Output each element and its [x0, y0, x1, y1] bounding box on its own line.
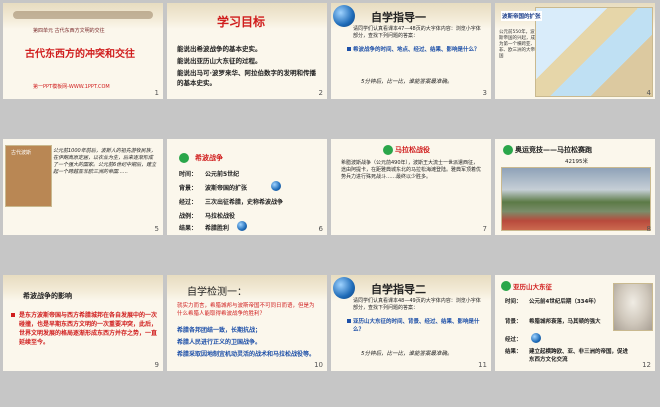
row-value: 公元前4世纪后期（334年） — [529, 299, 600, 305]
slide-number: 8 — [646, 225, 651, 233]
goal-item: 能说出亚历山大东征的过程。 — [177, 57, 262, 65]
slide-heading: 马拉松战役 — [395, 146, 430, 154]
question-text: 亚历山大东征的时间、背景、经过、结果、影响是什么？ — [353, 319, 480, 333]
unit-label: 第四单元 古代东西方文明的交往 — [33, 28, 105, 34]
slide-number: 4 — [646, 89, 651, 97]
marathon-photo — [501, 167, 651, 231]
note-text: 5分钟后，比一比，谁能答案最准确。 — [361, 351, 453, 357]
slide-thumbnail-2[interactable]: 学习目标 能说出希波战争的基本史实。 能说出亚历山大东征的过程。 能说出马可·波… — [167, 3, 327, 99]
slide-thumbnail-4[interactable]: 波斯帝国的扩张 公元前550年，波斯帝国的兴起，成为第一个横跨亚、非、欧三洲的大… — [495, 3, 655, 99]
ink-stroke — [13, 11, 153, 19]
history-text: 公元前1000年前后，波斯人的祖先游牧民族，在伊朗高原定居，以农业为生，后来逐渐… — [53, 148, 157, 175]
battle-text: 希腊波斯战争（公元前490年），波斯王大流士一世派遣西征，途由阿提卡，在距雅典城… — [341, 160, 482, 180]
map-text: 公元前550年，波斯帝国的兴起，成为第一个横跨亚、非、欧三洲的大帝国 — [499, 30, 535, 59]
green-dot-icon — [503, 145, 513, 155]
slide-number: 1 — [154, 89, 159, 97]
intro-text: 请同学们认真看课本47—48页的大字体内容：浏览小字体部分，查找下列问题的答案： — [353, 26, 481, 39]
slide-heading: 奥运竞技——马拉松赛跑 — [515, 146, 592, 154]
answer-1: 希腊各邦团结一致，长期抗战； — [177, 327, 262, 334]
slide-number: 2 — [318, 89, 323, 97]
slide-heading: 希波战争 — [195, 154, 223, 162]
slide-number: 5 — [154, 225, 159, 233]
answer-2: 希腊人民进行正义的卫国战争。 — [177, 339, 262, 346]
answer-3: 希腊采取因地制宜机动灵活的战术和马拉松战役等。 — [177, 351, 316, 358]
slide-thumbnail-1[interactable]: 第四单元 古代东西方文明的交往 古代东西方的冲突和交往 第一PPT模板网-WWW… — [3, 3, 163, 99]
slide-title: 古代东西方的冲突和交往 — [25, 49, 135, 60]
question-text: 希波战争的时间、地点、经过、结果、影响是什么？ — [353, 47, 480, 53]
slide-thumbnail-7[interactable]: 马拉松战役 希腊波斯战争（公元前490年），波斯王大流士一世派遣西征，途由阿提卡… — [331, 139, 491, 235]
slide-thumbnail-5[interactable]: 古代波斯 公元前1000年前后，波斯人的祖先游牧民族，在伊朗高原定居，以农业为生… — [3, 139, 163, 235]
globe-icon — [271, 181, 281, 191]
globe-icon — [237, 221, 247, 231]
slide-number: 7 — [482, 225, 487, 233]
goal-item: 能说出希波战争的基本史实。 — [177, 45, 262, 53]
map-image — [535, 7, 653, 97]
row-value: 马拉松战役 — [205, 213, 236, 220]
slide-thumbnail-8[interactable]: 奥运竞技——马拉松赛跑 42195米 8 — [495, 139, 655, 235]
goal-item: 能说出马可·波罗来华、阿拉伯数字的发明和传播的基本史实。 — [177, 69, 316, 87]
slide-number: 3 — [482, 89, 487, 97]
row-key: 背景： — [505, 319, 522, 325]
image-label: 古代波斯 — [11, 150, 32, 156]
slide-number: 12 — [642, 361, 651, 369]
green-dot-icon — [179, 153, 189, 163]
bullet-icon — [347, 47, 351, 51]
bullet-icon — [11, 313, 15, 317]
slide-number: 10 — [314, 361, 323, 369]
slide-thumbnail-11[interactable]: 自学指导二 请同学们认真看课本48—49页的大字体内容：浏览小字体部分，查找下列… — [331, 275, 491, 371]
row-key: 结果： — [505, 349, 522, 355]
slide-number: 11 — [478, 361, 487, 369]
row-value: 建立起横跨欧、亚、非三洲的帝国，促进东西方文化交流 — [529, 349, 629, 363]
row-key: 结果： — [179, 225, 198, 232]
globe-icon — [531, 333, 541, 343]
globe-icon — [333, 277, 355, 299]
impact-text: 是东方波斯帝国与西方希腊城邦在各自发展中的一次碰撞，也是早期东西方文明的一次重要… — [19, 312, 158, 346]
slide-number: 9 — [154, 361, 159, 369]
row-value: 希腊胜利 — [205, 225, 230, 232]
slide-thumbnail-10[interactable]: 自学检测一： 就实力而言，希腊城邦与波斯帝国不可同日而语，但是为什么希腊人能取得… — [167, 275, 327, 371]
slide-number: 6 — [318, 225, 323, 233]
slide-thumbnail-12[interactable]: 亚历山大东征 时间： 公元前4世纪后期（334年） 背景： 希腊城邦衰落，马其顿… — [495, 275, 655, 371]
slide-thumbnail-6[interactable]: 希波战争 时间： 公元前5世纪 背景： 波斯帝国的扩张 经过： 三次出征希腊，史… — [167, 139, 327, 235]
slide-title: 自学指导一 — [371, 11, 426, 24]
green-dot-icon — [383, 145, 393, 155]
row-key: 时间： — [179, 171, 198, 178]
slide-heading: 自学检测一： — [187, 287, 247, 298]
row-key: 经过： — [179, 199, 198, 206]
alexander-bust-image — [613, 283, 653, 331]
slide-thumbnail-3[interactable]: 自学指导一 请同学们认真看课本47—48页的大字体内容：浏览小字体部分，查找下列… — [331, 3, 491, 99]
row-value: 公元前5世纪 — [205, 171, 240, 178]
row-value: 三次出征希腊，史称希波战争 — [205, 199, 284, 206]
row-key: 战例： — [179, 213, 198, 220]
slide-title: 学习目标 — [217, 15, 266, 29]
green-dot-icon — [501, 281, 511, 291]
bullet-icon — [347, 319, 351, 323]
row-key: 经过： — [505, 337, 522, 343]
intro-text: 请同学们认真看课本48—49页的大字体内容：浏览小字体部分，查找下列问题的答案： — [353, 298, 481, 311]
distance-label: 42195米 — [565, 159, 588, 165]
footer-link: 第一PPT模板网-WWW.1PPT.COM — [33, 84, 110, 90]
slide-thumbnail-9[interactable]: 希波战争的影响 是东方波斯帝国与西方希腊城邦在各自发展中的一次碰撞，也是早期东西… — [3, 275, 163, 371]
note-text: 5分钟后，比一比，谁能答案最准确。 — [361, 79, 453, 85]
row-value: 希腊城邦衰落，马其顿的强大 — [529, 319, 601, 325]
slide-title: 自学指导二 — [371, 283, 426, 296]
check-question: 就实力而言，希腊城邦与波斯帝国不可同日而语，但是为什么希腊人能取得希波战争的胜利… — [177, 303, 315, 317]
globe-icon — [333, 5, 355, 27]
row-key: 时间： — [505, 299, 522, 305]
slide-heading: 希波战争的影响 — [23, 292, 72, 300]
map-title: 波斯帝国的扩张 — [501, 11, 542, 21]
slide-heading: 亚历山大东征 — [513, 283, 552, 291]
row-value: 波斯帝国的扩张 — [205, 185, 248, 192]
row-key: 背景： — [179, 185, 198, 192]
